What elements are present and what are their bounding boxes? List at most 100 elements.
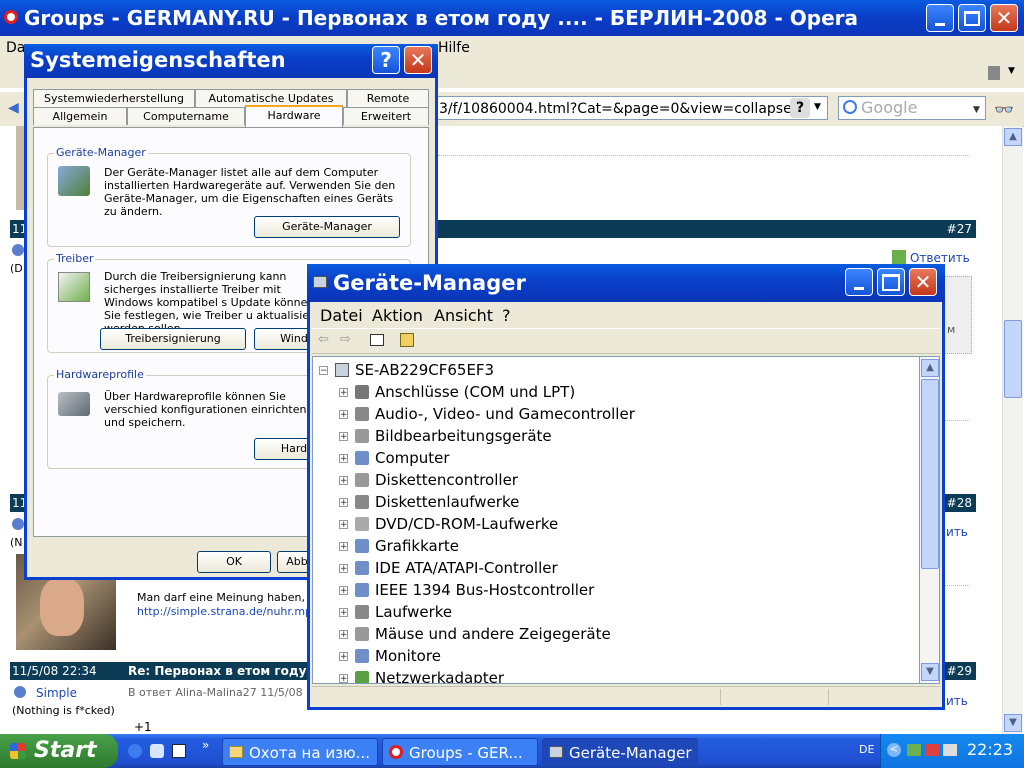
maximize-button[interactable]	[877, 268, 905, 296]
expand-icon[interactable]: +	[339, 586, 348, 596]
tree-item-label: Laufwerke	[375, 603, 453, 621]
clock[interactable]: 22:23	[967, 740, 1013, 759]
tab-hardware[interactable]: Hardware	[245, 105, 343, 127]
device-category-icon	[355, 429, 369, 443]
scroll-thumb[interactable]	[1004, 320, 1022, 398]
expand-icon[interactable]: +	[339, 674, 348, 683]
help-button[interactable]: ?	[372, 46, 400, 74]
menu-item-ansicht[interactable]: Ansicht	[434, 306, 493, 325]
volume-icon[interactable]	[943, 744, 957, 756]
maximize-icon	[882, 273, 900, 291]
menu-item-help[interactable]: Hilfe	[438, 40, 470, 56]
expand-icon[interactable]: +	[339, 520, 348, 530]
expand-icon[interactable]: +	[339, 630, 348, 640]
expand-icon[interactable]: +	[339, 454, 348, 464]
opera-icon	[389, 745, 403, 759]
tree-item-label: Computer	[375, 449, 450, 467]
expand-icon[interactable]: +	[339, 498, 348, 508]
google-g-icon	[843, 100, 857, 114]
glasses-icon[interactable]: 👓	[994, 100, 1014, 119]
browser-restore-button[interactable]	[958, 4, 986, 32]
close-button[interactable]: ✕	[909, 268, 937, 296]
tab-erweitert[interactable]: Erweitert	[343, 107, 429, 125]
expand-icon[interactable]: +	[339, 476, 348, 486]
back-arrow-icon[interactable]: ◀	[8, 100, 19, 116]
minimize-button[interactable]	[845, 268, 873, 296]
device-category-icon	[355, 605, 369, 619]
trash-icon[interactable]	[988, 66, 1000, 80]
expand-icon[interactable]: +	[339, 432, 348, 442]
page-scrollbar[interactable]: ▲ ▼	[1002, 126, 1023, 734]
author-link[interactable]: Simple	[36, 686, 77, 700]
address-dropdown-icon[interactable]: ▼	[814, 102, 821, 112]
device-tree[interactable]: − SE-AB229CF65EF3 + Anschlüsse (COM und L…	[312, 356, 920, 684]
device-manager-button[interactable]: Geräte-Manager	[254, 216, 400, 238]
menu-item-aktion[interactable]: Aktion	[372, 306, 423, 325]
taskbar-item-folder[interactable]: Охота на изю...	[222, 738, 378, 766]
device-manager-title-bar[interactable]: Geräte-Manager ✕	[307, 264, 945, 302]
tree-scrollbar[interactable]: ▲ ▼	[920, 356, 940, 684]
properties-icon[interactable]	[400, 333, 414, 347]
tab-remote[interactable]: Remote	[347, 89, 429, 107]
scroll-down-button[interactable]: ▼	[921, 663, 939, 681]
help-icon[interactable]: ?	[790, 98, 810, 118]
network-icon[interactable]	[907, 744, 921, 756]
quicklaunch-media-icon[interactable]	[150, 744, 164, 758]
tab-systemwiederherstellung[interactable]: Systemwiederherstellung	[33, 89, 195, 107]
device-manager-icon	[58, 166, 90, 196]
expand-icon[interactable]: +	[339, 652, 348, 662]
back-arrow-icon[interactable]: ⇦	[318, 332, 329, 347]
tree-item-label: IEEE 1394 Bus-Hostcontroller	[375, 581, 595, 599]
reply-icon[interactable]	[892, 250, 906, 264]
browser-title-bar[interactable]: Groups - GERMANY.RU - Первонах в етом го…	[0, 0, 1024, 36]
taskbar-item-opera[interactable]: Groups - GER...	[382, 738, 538, 766]
menu-item-partial[interactable]: Da	[6, 40, 25, 56]
tray-expand-icon[interactable]: <	[887, 743, 901, 757]
show-hide-tree-icon[interactable]	[370, 334, 384, 346]
tree-item-label: IDE ATA/ATAPI-Controller	[375, 559, 558, 577]
collapse-icon[interactable]: −	[319, 366, 328, 376]
search-dropdown-icon[interactable]: ▼	[973, 99, 980, 121]
system-properties-title-bar[interactable]: Systemeigenschaften ? ✕	[24, 44, 438, 78]
scroll-thumb[interactable]	[921, 379, 939, 569]
forward-arrow-icon[interactable]: ⇨	[340, 332, 351, 347]
reply-link[interactable]: ить	[946, 694, 968, 708]
start-button[interactable]: Start	[0, 734, 118, 768]
group-description: Der Geräte-Manager listet alle auf dem C…	[104, 166, 396, 218]
expand-icon[interactable]: +	[339, 608, 348, 618]
expand-icon[interactable]: +	[339, 388, 348, 398]
reply-link[interactable]: ить	[946, 525, 968, 539]
expand-icon[interactable]: +	[339, 564, 348, 574]
close-button[interactable]: ✕	[404, 46, 432, 74]
driver-signing-button[interactable]: Treibersignierung	[100, 328, 246, 350]
quicklaunch-more-icon[interactable]: »	[202, 738, 209, 752]
tab-computername[interactable]: Computername	[127, 107, 245, 125]
menu-item-help[interactable]: ?	[502, 306, 511, 325]
browser-minimize-button[interactable]	[926, 4, 954, 32]
browser-close-button[interactable]: ✕	[990, 4, 1018, 32]
antivirus-icon[interactable]	[925, 744, 939, 756]
quicklaunch-ie-icon[interactable]	[128, 744, 142, 758]
expand-icon[interactable]: +	[339, 542, 348, 552]
ok-button[interactable]: OK	[197, 551, 271, 573]
scroll-up-button[interactable]: ▲	[1004, 128, 1022, 146]
taskbar-item-device-manager[interactable]: Geräte-Manager	[542, 738, 698, 766]
avatar-face	[40, 578, 84, 636]
quote-link[interactable]: http://simple.strana.de/nuhr.mp3	[137, 605, 319, 618]
status-divider	[720, 689, 721, 705]
quicklaunch-word-icon[interactable]	[172, 744, 186, 758]
chevron-down-icon[interactable]: ▼	[1008, 66, 1015, 76]
menu-item-datei[interactable]: Datei	[320, 306, 363, 325]
address-input[interactable]: 3/f/10860004.html?Cat=&page=0&view=colla…	[436, 96, 828, 120]
scroll-up-button[interactable]: ▲	[921, 359, 939, 377]
user-icon	[14, 686, 26, 698]
search-input[interactable]: Google ▼	[838, 96, 986, 120]
tab-allgemein[interactable]: Allgemein	[33, 107, 127, 125]
post-body: +1	[134, 720, 152, 734]
device-category-icon	[355, 407, 369, 421]
expand-icon[interactable]: +	[339, 410, 348, 420]
group-description: Über Hardwareprofile können Sie verschie…	[104, 390, 307, 429]
device-category-icon	[355, 627, 369, 641]
language-indicator[interactable]: DE	[859, 743, 874, 756]
scroll-down-button[interactable]: ▼	[1004, 714, 1022, 732]
